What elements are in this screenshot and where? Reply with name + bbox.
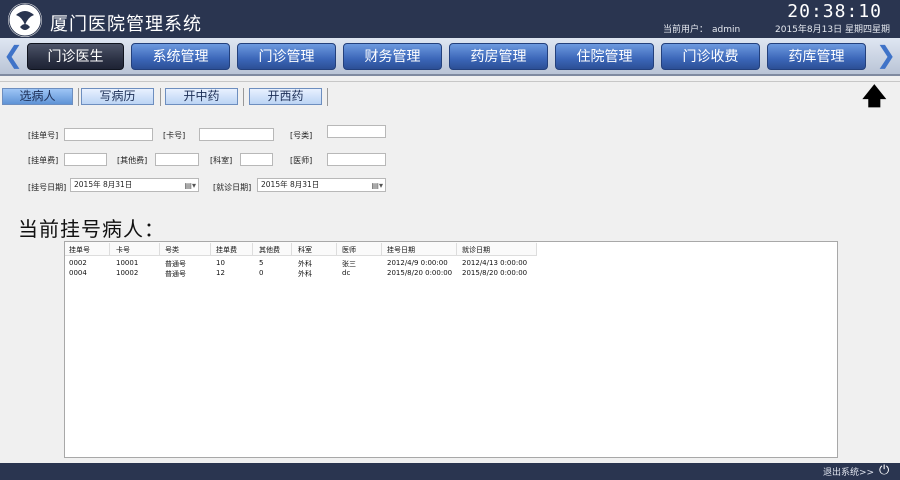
column-header[interactable]: 卡号 xyxy=(116,245,130,255)
table-cell: 0004 xyxy=(69,269,87,277)
app-title: 厦门医院管理系统 xyxy=(50,14,202,35)
reg-no-label: [挂单号] xyxy=(28,131,59,140)
select-patient-button[interactable]: 选病人 xyxy=(2,88,73,105)
table-cell: 0 xyxy=(259,269,264,277)
doctor-field[interactable] xyxy=(327,153,386,166)
dept-label: [科室] xyxy=(210,156,233,165)
column-header[interactable]: 就诊日期 xyxy=(462,245,490,255)
tab-inpatient-management[interactable]: 住院管理 xyxy=(555,43,654,70)
column-header[interactable]: 医师 xyxy=(342,245,356,255)
toolbar-separator xyxy=(243,88,244,106)
table-cell: 外科 xyxy=(298,270,312,278)
table-cell: dc xyxy=(342,269,351,277)
card-no-label: [卡号] xyxy=(163,131,186,140)
doctor-label: [医师] xyxy=(290,156,313,165)
column-header[interactable]: 挂号日期 xyxy=(387,245,415,255)
column-header[interactable]: 其他费 xyxy=(259,245,280,255)
title-bar: 厦门医院管理系统 20:38:10 当前用户： admin 2015年8月13日 … xyxy=(0,0,900,38)
section-title: 当前挂号病人： xyxy=(18,217,165,241)
table-cell: 2015/8/20 0:00:00 xyxy=(387,269,453,277)
type-label: [号类] xyxy=(290,131,313,140)
column-header[interactable]: 挂单号 xyxy=(69,245,90,255)
visit-date-picker[interactable]: 2015年 8月31日 ▤▾ xyxy=(257,178,386,192)
hospital-logo-icon xyxy=(8,3,42,37)
toolbar-separator xyxy=(160,88,161,106)
toolbar-separator xyxy=(327,88,328,106)
tab-finance-management[interactable]: 财务管理 xyxy=(343,43,442,70)
current-user-name: admin xyxy=(712,25,741,35)
western-medicine-button[interactable]: 开西药 xyxy=(249,88,322,105)
reg-date-label: [挂号日期] xyxy=(28,183,67,192)
other-fee-label: [其他费] xyxy=(117,156,148,165)
tab-outpatient-management[interactable]: 门诊管理 xyxy=(237,43,336,70)
table-cell: 张三 xyxy=(342,260,356,268)
tab-drug-storage-management[interactable]: 药库管理 xyxy=(767,43,866,70)
calendar-dropdown-icon[interactable]: ▤▾ xyxy=(184,180,196,192)
table-cell: 0002 xyxy=(69,259,87,267)
main-nav: ❮ 门诊医生 系统管理 门诊管理 财务管理 药房管理 住院管理 门诊收费 药库管… xyxy=(0,38,900,76)
logout-link[interactable]: 退出系统>> xyxy=(823,465,874,478)
current-date: 2015年8月13日 星期四星期 xyxy=(775,25,890,35)
column-header[interactable]: 挂单费 xyxy=(216,245,237,255)
type-field[interactable] xyxy=(327,125,386,138)
clock: 20:38:10 xyxy=(787,1,882,22)
column-header[interactable]: 科室 xyxy=(298,245,312,255)
nav-next-icon[interactable]: ❯ xyxy=(876,41,896,69)
calendar-dropdown-icon[interactable]: ▤▾ xyxy=(371,180,383,192)
tab-pharmacy-management[interactable]: 药房管理 xyxy=(449,43,548,70)
tab-system-management[interactable]: 系统管理 xyxy=(131,43,230,70)
toolbar-divider xyxy=(0,81,900,82)
reg-fee-label: [挂单费] xyxy=(28,156,59,165)
other-fee-field[interactable] xyxy=(155,153,199,166)
reg-fee-field[interactable] xyxy=(64,153,107,166)
table-cell: 外科 xyxy=(298,260,312,268)
reg-no-field[interactable] xyxy=(64,128,153,141)
table-cell: 12 xyxy=(216,269,225,277)
column-header[interactable]: 号类 xyxy=(165,245,179,255)
toolbar-separator xyxy=(78,88,79,106)
table-cell: 2015/8/20 0:00:00 xyxy=(462,269,528,277)
card-no-field[interactable] xyxy=(199,128,274,141)
table-header: 挂单号 卡号 号类 挂单费 其他费 科室 医师 挂号日期 就诊日期 xyxy=(65,242,537,256)
current-user-label: 当前用户： xyxy=(663,25,709,35)
power-icon[interactable]: ⏻ xyxy=(879,463,889,478)
table-cell: 10001 xyxy=(116,259,139,267)
tab-outpatient-billing[interactable]: 门诊收费 xyxy=(661,43,760,70)
table-cell: 10002 xyxy=(116,269,139,277)
visit-date-value: 2015年 8月31日 xyxy=(261,180,320,189)
tab-outpatient-doctor[interactable]: 门诊医生 xyxy=(27,43,124,70)
reg-date-value: 2015年 8月31日 xyxy=(74,180,133,189)
table-cell: 普通号 xyxy=(165,260,186,268)
doctor-toolbar: 选病人 写病历 开中药 开西药 xyxy=(0,84,900,108)
table-cell: 5 xyxy=(259,259,264,267)
current-user: 当前用户： admin xyxy=(663,22,744,35)
table-cell: 2012/4/9 0:00:00 xyxy=(387,259,448,267)
visit-date-label: [就诊日期] xyxy=(213,183,252,192)
write-record-button[interactable]: 写病历 xyxy=(81,88,154,105)
reg-date-picker[interactable]: 2015年 8月31日 ▤▾ xyxy=(70,178,199,192)
dept-field[interactable] xyxy=(240,153,273,166)
table-cell: 2012/4/13 0:00:00 xyxy=(462,259,528,267)
status-bar: 退出系统>> ⏻ xyxy=(0,463,900,480)
patient-table[interactable]: 挂单号 卡号 号类 挂单费 其他费 科室 医师 挂号日期 就诊日期 0002 1… xyxy=(64,241,838,458)
table-cell: 普通号 xyxy=(165,270,186,278)
nav-prev-icon[interactable]: ❮ xyxy=(3,41,23,69)
table-cell: 10 xyxy=(216,259,225,267)
scroll-top-icon[interactable]: 🡅 xyxy=(862,79,887,120)
chinese-medicine-button[interactable]: 开中药 xyxy=(165,88,238,105)
